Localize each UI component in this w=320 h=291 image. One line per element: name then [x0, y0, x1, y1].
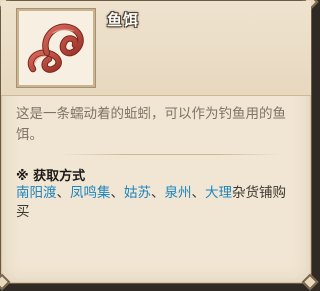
separator: 、 [151, 185, 165, 201]
corner-ornament [0, 273, 11, 291]
place-link-nanyangdu[interactable]: 南阳渡 [16, 185, 57, 201]
acquisition-details: 南阳渡、凤鸣集、姑苏、泉州、大理杂货铺购买 [16, 184, 296, 222]
place-link-quanzhou[interactable]: 泉州 [165, 185, 192, 201]
place-link-dali[interactable]: 大理 [205, 185, 232, 201]
acquisition-title: ※ 获取方式 [16, 169, 86, 184]
separator: 、 [110, 185, 125, 201]
section-divider [61, 154, 281, 155]
corner-ornament [301, 273, 319, 291]
item-icon-slot [17, 9, 95, 87]
item-tooltip: 鱼饵 这是一条蠕动着的蚯蚓，可以作为钓鱼用的鱼饵。 ※ 获取方式 南阳渡、凤鸣集… [0, 0, 319, 291]
place-link-fengmingji[interactable]: 凤鸣集 [70, 185, 111, 201]
separator: 、 [191, 185, 206, 201]
item-description: 这是一条蠕动着的蚯蚓，可以作为钓鱼用的鱼饵。 [16, 106, 286, 143]
separator: 、 [56, 185, 71, 201]
place-link-gusu[interactable]: 姑苏 [124, 185, 151, 201]
worm-icon [27, 23, 84, 73]
item-name: 鱼饵 [107, 11, 140, 29]
tooltip-header: 鱼饵 [1, 1, 311, 96]
